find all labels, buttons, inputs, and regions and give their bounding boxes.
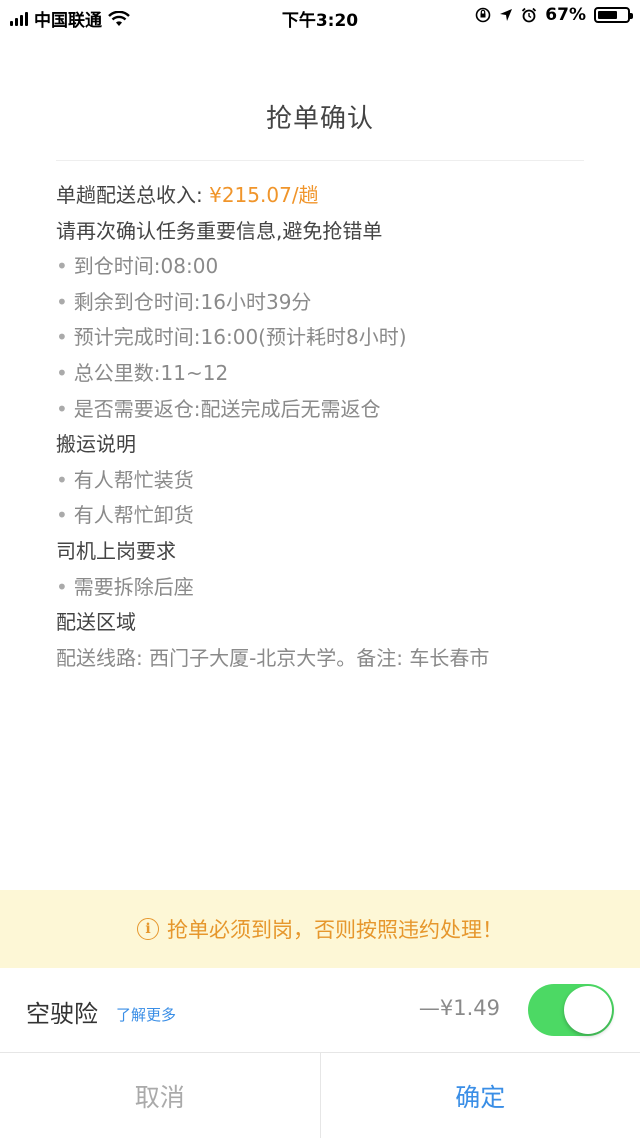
location-arrow-icon [500, 9, 513, 21]
battery-icon [594, 7, 633, 23]
warning-notice: i 抢单必须到岗，否则按照违约处理！ [0, 890, 640, 968]
task-info-remaining-time: 剩余到仓时间:16小时39分 [56, 285, 596, 321]
task-info-arrival-time: 到仓时间:08:00 [56, 249, 596, 285]
confirm-note: 请再次确认任务重要信息,避免抢错单 [56, 218, 383, 243]
learn-more-link[interactable]: 了解更多 [116, 1004, 176, 1025]
task-info-return: 是否需要返仓:配送完成后无需返仓 [56, 392, 596, 428]
driver-item: 需要拆除后座 [56, 570, 596, 606]
cancel-button[interactable]: 取消 [0, 1053, 321, 1138]
task-info-completion-time: 预计完成时间:16:00(预计耗时8小时) [56, 320, 596, 356]
notice-text: 抢单必须到岗，否则按照违约处理！ [167, 918, 503, 942]
income-value: ¥215.07/趟 [209, 183, 319, 207]
area-text: 配送线路: 西门子大厦-北京大学。备注: 车长春市 [56, 645, 490, 670]
handling-item: 有人帮忙卸货 [56, 498, 596, 534]
task-info-distance: 总公里数:11~12 [56, 356, 596, 392]
title-divider [56, 160, 584, 161]
screen-rotation-lock-icon [475, 7, 491, 23]
order-details: 单趟配送总收入: ¥215.07/趟 请再次确认任务重要信息,避免抢错单 到仓时… [56, 178, 596, 676]
alarm-clock-icon [522, 7, 537, 23]
battery-percent: 67% [545, 5, 586, 25]
battery-fill [598, 11, 617, 19]
income-label: 单趟配送总收入: [56, 183, 210, 207]
dialog-title: 抢单确认 [265, 104, 374, 134]
handling-heading: 搬运说明 [56, 432, 136, 457]
insurance-toggle[interactable] [528, 984, 614, 1036]
toggle-knob [564, 986, 612, 1034]
insurance-price: —¥1.49 [418, 996, 500, 1020]
area-heading: 配送区域 [56, 610, 136, 635]
driver-heading: 司机上岗要求 [56, 538, 176, 563]
insurance-label: 空驶险 [26, 1000, 98, 1028]
confirm-button[interactable]: 确定 [321, 1053, 640, 1138]
status-right: 67% [475, 5, 633, 25]
info-circle-icon: i [137, 918, 159, 940]
action-bar: 取消 确定 [0, 1053, 640, 1138]
handling-item: 有人帮忙装货 [56, 463, 596, 499]
insurance-row: 空驶险 了解更多 —¥1.49 [0, 968, 640, 1053]
income-row: 单趟配送总收入: ¥215.07/趟 [56, 178, 596, 214]
status-bar: 中国联通 下午3:20 67% [0, 0, 640, 36]
